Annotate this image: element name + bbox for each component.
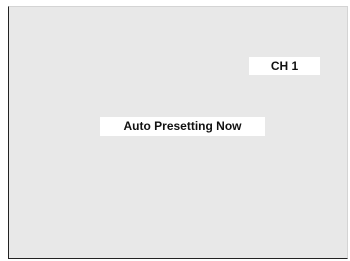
tv-screen: CH 1 Auto Presetting Now [8,6,348,259]
auto-preset-status: Auto Presetting Now [100,117,265,136]
channel-indicator: CH 1 [249,57,320,75]
